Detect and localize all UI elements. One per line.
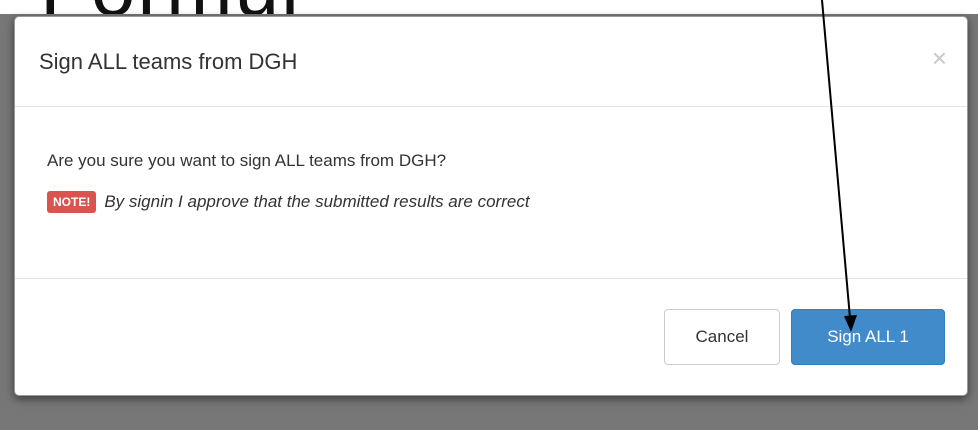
page-backdrop-top: Formul bbox=[0, 0, 978, 14]
dialog-body: Are you sure you want to sign ALL teams … bbox=[15, 107, 967, 279]
note-line: NOTE! By signin I approve that the submi… bbox=[47, 191, 530, 213]
dialog-header: Sign ALL teams from DGH × bbox=[15, 17, 967, 107]
confirmation-question: Are you sure you want to sign ALL teams … bbox=[47, 151, 447, 170]
confirm-dialog: Sign ALL teams from DGH × Are you sure y… bbox=[14, 16, 968, 396]
note-text: By signin I approve that the submitted r… bbox=[104, 192, 530, 211]
page-heading: Formul bbox=[40, 0, 301, 14]
note-badge: NOTE! bbox=[47, 191, 97, 213]
close-icon[interactable]: × bbox=[932, 45, 947, 71]
dialog-footer: Cancel Sign ALL 1 bbox=[15, 279, 967, 395]
dialog-title: Sign ALL teams from DGH bbox=[39, 49, 298, 74]
cancel-button[interactable]: Cancel bbox=[664, 309, 780, 365]
sign-all-button[interactable]: Sign ALL 1 bbox=[791, 309, 945, 365]
